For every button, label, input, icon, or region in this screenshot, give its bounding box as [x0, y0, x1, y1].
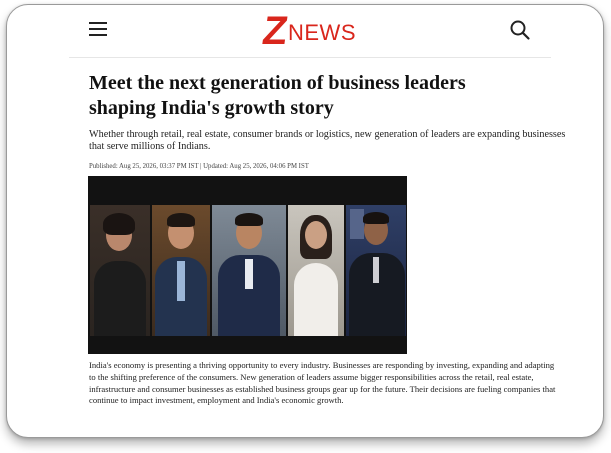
- article-body-paragraph: India's economy is presenting a thriving…: [89, 360, 556, 406]
- zee-news-logo[interactable]: Z NEWS: [259, 9, 363, 53]
- leader-photo-1: [90, 205, 150, 336]
- search-icon[interactable]: [509, 19, 531, 41]
- article-timestamps: Published: Aug 25, 2026, 03:37 PM IST | …: [89, 163, 309, 170]
- logo-z-letter: Z: [259, 9, 291, 53]
- leader-photo-5: [346, 205, 406, 336]
- article-hero-image: [88, 176, 407, 354]
- article-headline: Meet the next generation of business lea…: [89, 72, 466, 119]
- hamburger-menu-icon[interactable]: [89, 21, 109, 37]
- leader-photo-4: [288, 205, 344, 336]
- article-subheadline: Whether through retail, real estate, con…: [89, 129, 566, 152]
- logo-news-text: NEWS: [288, 20, 356, 45]
- leader-photo-2: [152, 205, 210, 336]
- site-header: Z NEWS: [69, 5, 551, 58]
- screenshot-frame: Z NEWS Meet the next generation of busin…: [6, 4, 604, 438]
- leader-photo-3: [212, 205, 286, 336]
